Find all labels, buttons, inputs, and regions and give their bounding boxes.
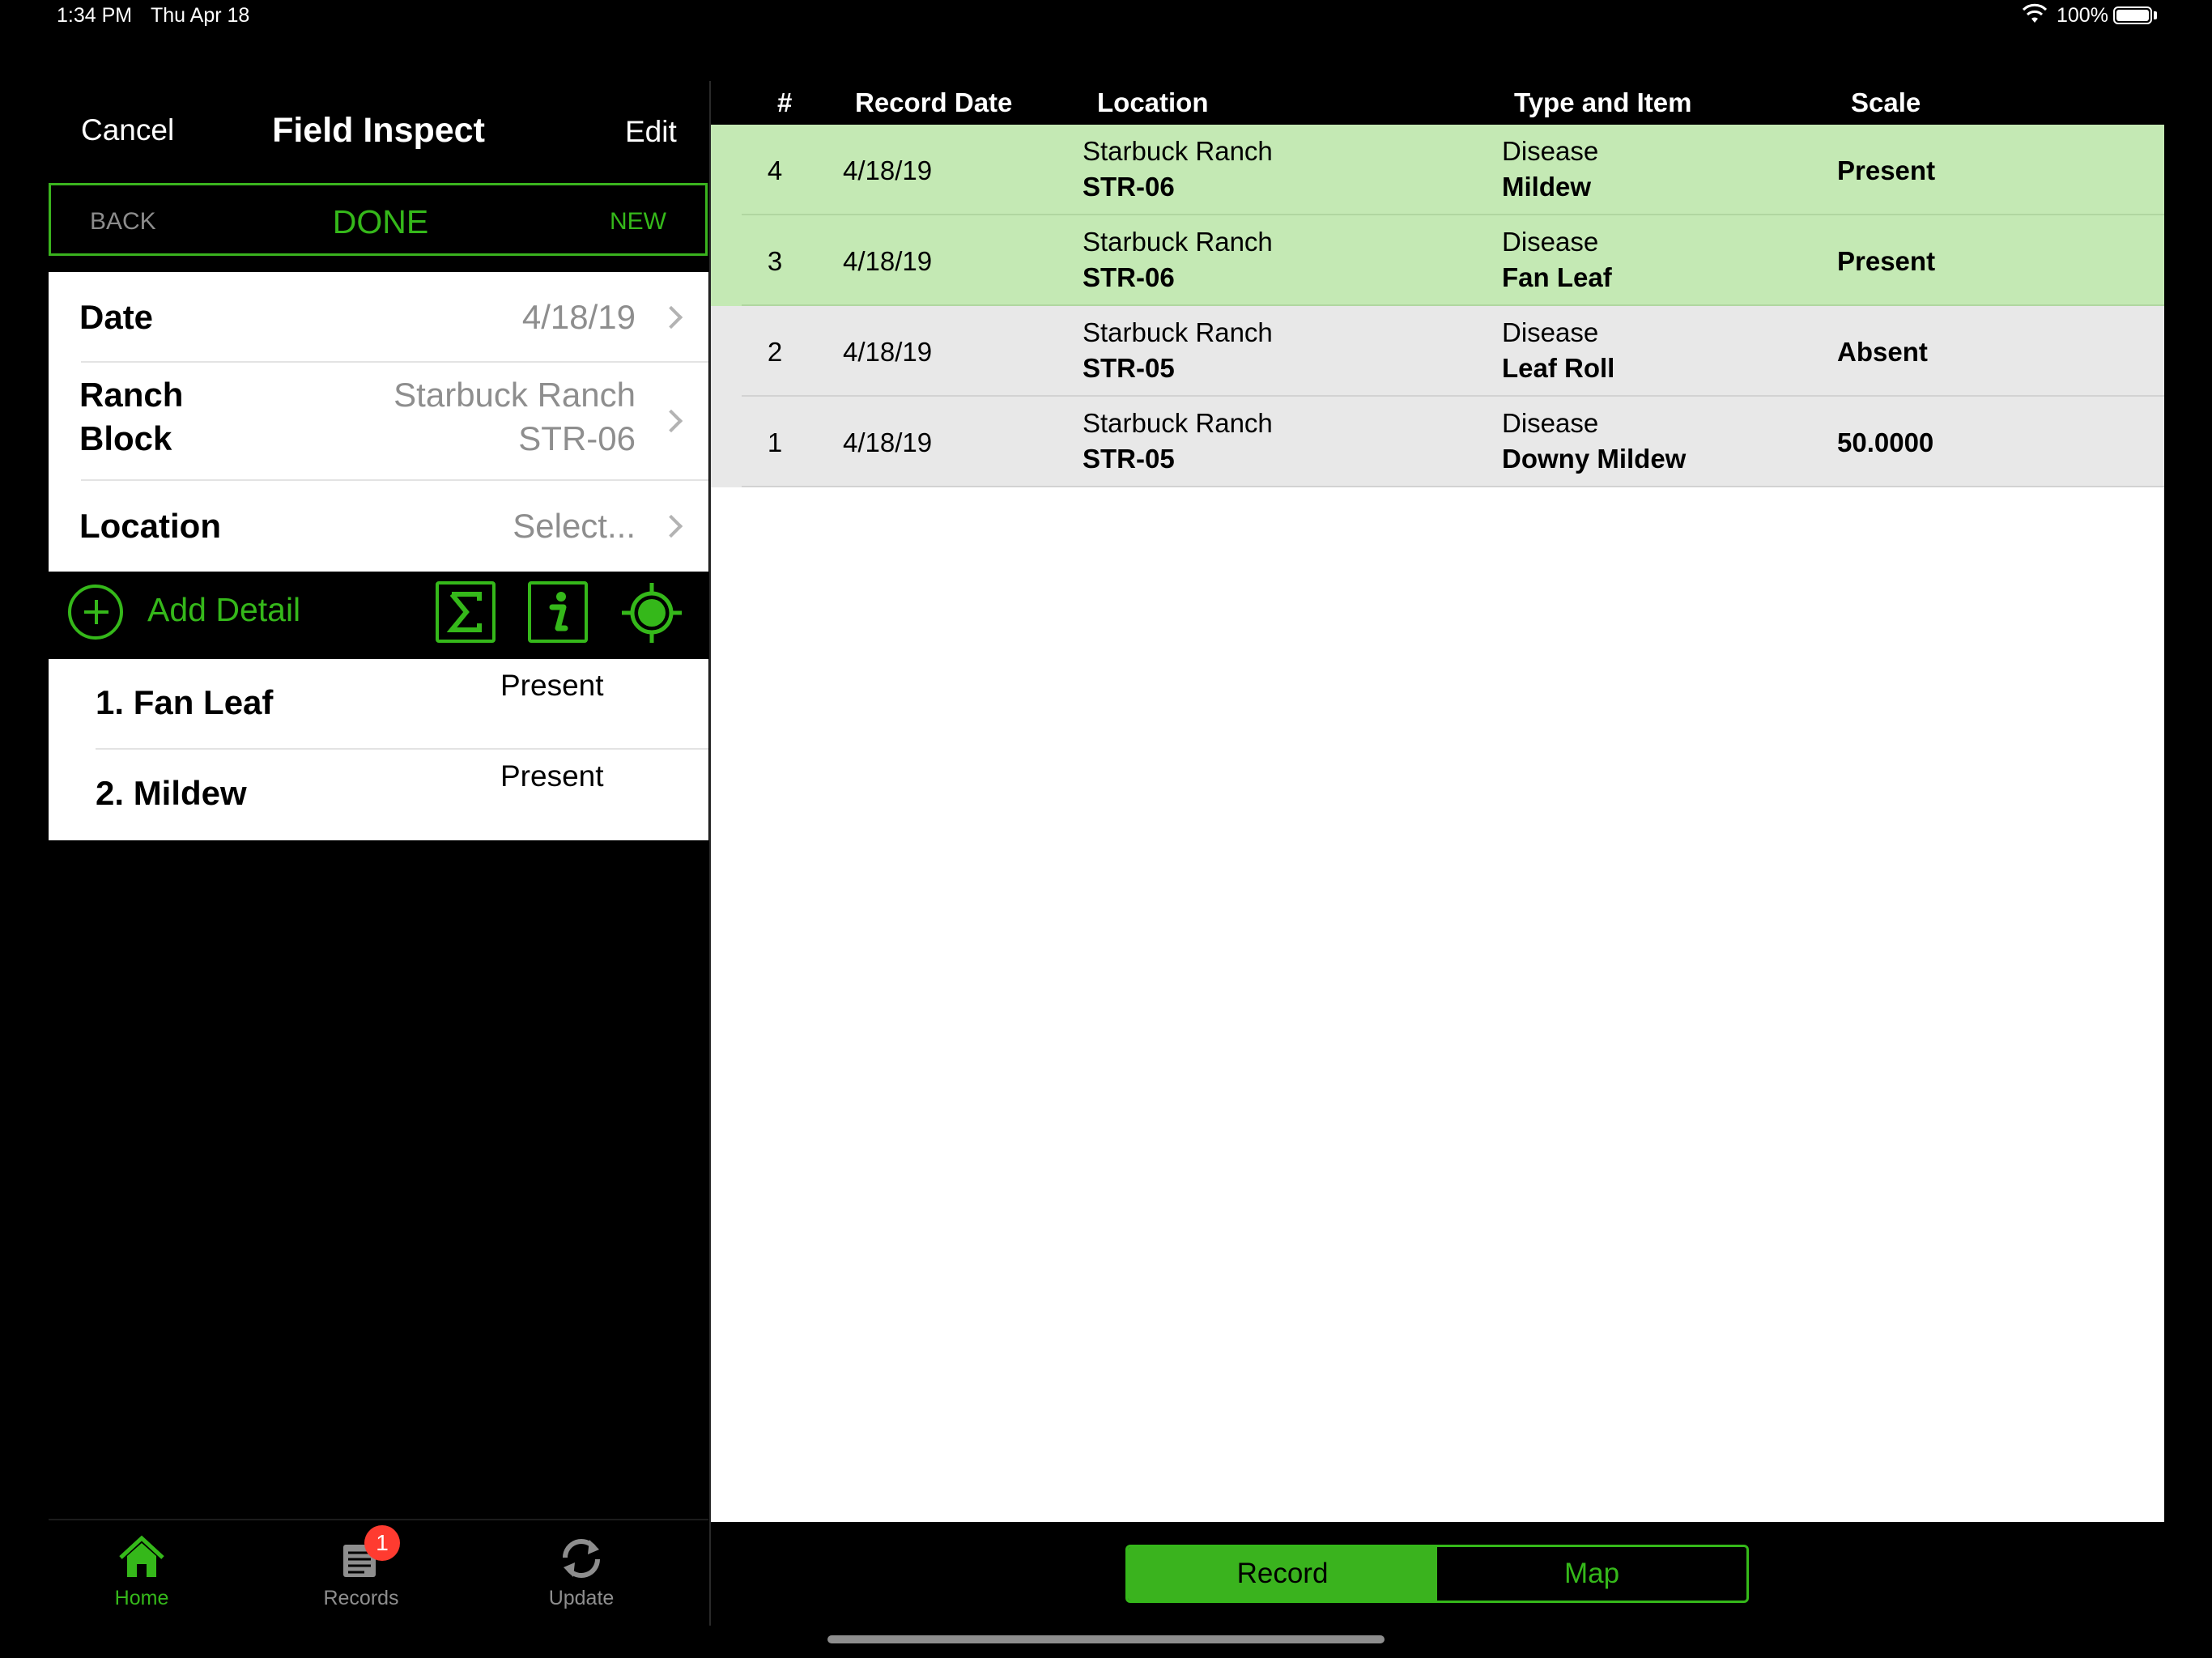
chevron-right-icon <box>659 305 683 329</box>
status-date: Thu Apr 18 <box>151 4 250 27</box>
row-type: Disease <box>1502 136 1599 166</box>
row-ranch: Starbuck Ranch <box>1083 408 1273 438</box>
row-num: 4 <box>767 155 783 185</box>
row-scale: Present <box>1837 246 1936 276</box>
table-header: # Record Date Location Type and Item Sca… <box>711 81 2164 125</box>
ranch-label: Ranch <box>79 376 184 414</box>
list-item[interactable]: 2. Mildew Present <box>49 750 708 840</box>
add-icon[interactable] <box>68 585 123 640</box>
nav-segment: BACK DONE NEW <box>49 183 708 256</box>
col-record-date[interactable]: Record Date <box>855 87 1012 118</box>
row-scale: Absent <box>1837 337 1928 367</box>
row-ranch: Starbuck Ranch <box>1083 136 1273 166</box>
records-badge: 1 <box>364 1525 400 1561</box>
location-value: Select... <box>513 507 636 545</box>
tab-label: Records <box>323 1587 399 1609</box>
battery-icon <box>2113 6 2152 24</box>
row-block: STR-06 <box>1083 172 1175 202</box>
detail-list: 1. Fan Leaf Present 2. Mildew Present <box>49 659 708 840</box>
row-date: 4/18/19 <box>843 155 933 185</box>
home-indicator[interactable] <box>827 1635 1385 1643</box>
col-type-item[interactable]: Type and Item <box>1514 87 1691 118</box>
table-row[interactable]: 2 4/18/19 Starbuck Ranch STR-05 Disease … <box>711 306 2164 397</box>
ranch-block-row[interactable]: Ranch Block Starbuck Ranch STR-06 <box>49 363 708 481</box>
row-date: 4/18/19 <box>843 427 933 457</box>
row-type: Disease <box>1502 317 1599 347</box>
row-block: STR-06 <box>1083 262 1175 292</box>
detail-scale: Present <box>500 759 604 793</box>
col-num[interactable]: # <box>777 87 792 118</box>
edit-button[interactable]: Edit <box>625 115 677 149</box>
row-scale: Present <box>1837 155 1936 185</box>
row-date: 4/18/19 <box>843 337 933 367</box>
list-item[interactable]: 1. Fan Leaf Present <box>49 659 708 750</box>
detail-scale: Present <box>500 669 604 702</box>
tab-update[interactable]: Update <box>517 1533 646 1610</box>
row-block: STR-05 <box>1083 353 1175 383</box>
record-segment-button[interactable]: Record <box>1128 1547 1437 1601</box>
row-type: Disease <box>1502 408 1599 438</box>
detail-toolbar: Add Detail <box>49 572 708 659</box>
date-value: 4/18/19 <box>521 298 636 336</box>
row-date: 4/18/19 <box>843 246 933 276</box>
detail-label: 2. Mildew <box>96 774 247 812</box>
tab-records[interactable]: 1 Records <box>296 1525 426 1610</box>
row-item: Downy Mildew <box>1502 444 1687 474</box>
tab-home[interactable]: Home <box>77 1533 206 1610</box>
row-item: Mildew <box>1502 172 1592 202</box>
info-icon[interactable] <box>528 581 588 643</box>
block-value: STR-06 <box>518 419 636 457</box>
date-row[interactable]: Date 4/18/19 <box>49 272 708 363</box>
location-label: Location <box>79 507 221 545</box>
table-row[interactable]: 4 4/18/19 Starbuck Ranch STR-06 Disease … <box>711 125 2164 215</box>
home-icon <box>119 1535 164 1577</box>
tab-label: Update <box>548 1587 615 1609</box>
row-scale: 50.0000 <box>1837 427 1934 457</box>
table-row[interactable]: 1 4/18/19 Starbuck Ranch STR-05 Disease … <box>711 397 2164 487</box>
target-icon[interactable] <box>620 581 683 644</box>
wifi-icon <box>2023 3 2047 23</box>
new-button[interactable]: NEW <box>610 208 666 236</box>
row-item: Leaf Roll <box>1502 353 1615 383</box>
table-row[interactable]: 3 4/18/19 Starbuck Ranch STR-06 Disease … <box>711 215 2164 306</box>
row-ranch: Starbuck Ranch <box>1083 227 1273 257</box>
status-bar: 1:34 PM Thu Apr 18 100% <box>0 0 2212 32</box>
sigma-icon[interactable] <box>436 581 496 643</box>
add-detail-button[interactable]: Add Detail <box>147 591 300 629</box>
row-num: 2 <box>767 337 783 367</box>
update-icon <box>563 1539 600 1578</box>
tab-label: Home <box>114 1587 169 1609</box>
row-item: Fan Leaf <box>1502 262 1612 292</box>
block-label: Block <box>79 419 172 457</box>
chevron-right-icon <box>659 514 683 538</box>
location-row[interactable]: Location Select... <box>49 481 708 572</box>
row-block: STR-05 <box>1083 444 1175 474</box>
chevron-right-icon <box>659 409 683 433</box>
view-segment: Record Map <box>1125 1545 1749 1603</box>
col-scale[interactable]: Scale <box>1851 87 1921 118</box>
row-num: 1 <box>767 427 783 457</box>
status-time: 1:34 PM <box>57 4 133 27</box>
detail-label: 1. Fan Leaf <box>96 683 274 721</box>
battery-percent: 100% <box>2057 4 2108 27</box>
records-table: 4 4/18/19 Starbuck Ranch STR-06 Disease … <box>711 125 2164 1522</box>
row-num: 3 <box>767 246 783 276</box>
col-location[interactable]: Location <box>1097 87 1209 118</box>
row-ranch: Starbuck Ranch <box>1083 317 1273 347</box>
battery-tip <box>2154 11 2157 19</box>
map-segment-button[interactable]: Map <box>1437 1547 1746 1601</box>
tab-bar: Home 1 Records Update <box>49 1519 708 1626</box>
date-label: Date <box>79 298 154 336</box>
ranch-value: Starbuck Ranch <box>393 376 636 414</box>
nav-bar: Cancel Field Inspect Edit <box>0 81 708 183</box>
row-type: Disease <box>1502 227 1599 257</box>
inspection-form: Date 4/18/19 Ranch Block Starbuck Ranch … <box>49 272 708 572</box>
